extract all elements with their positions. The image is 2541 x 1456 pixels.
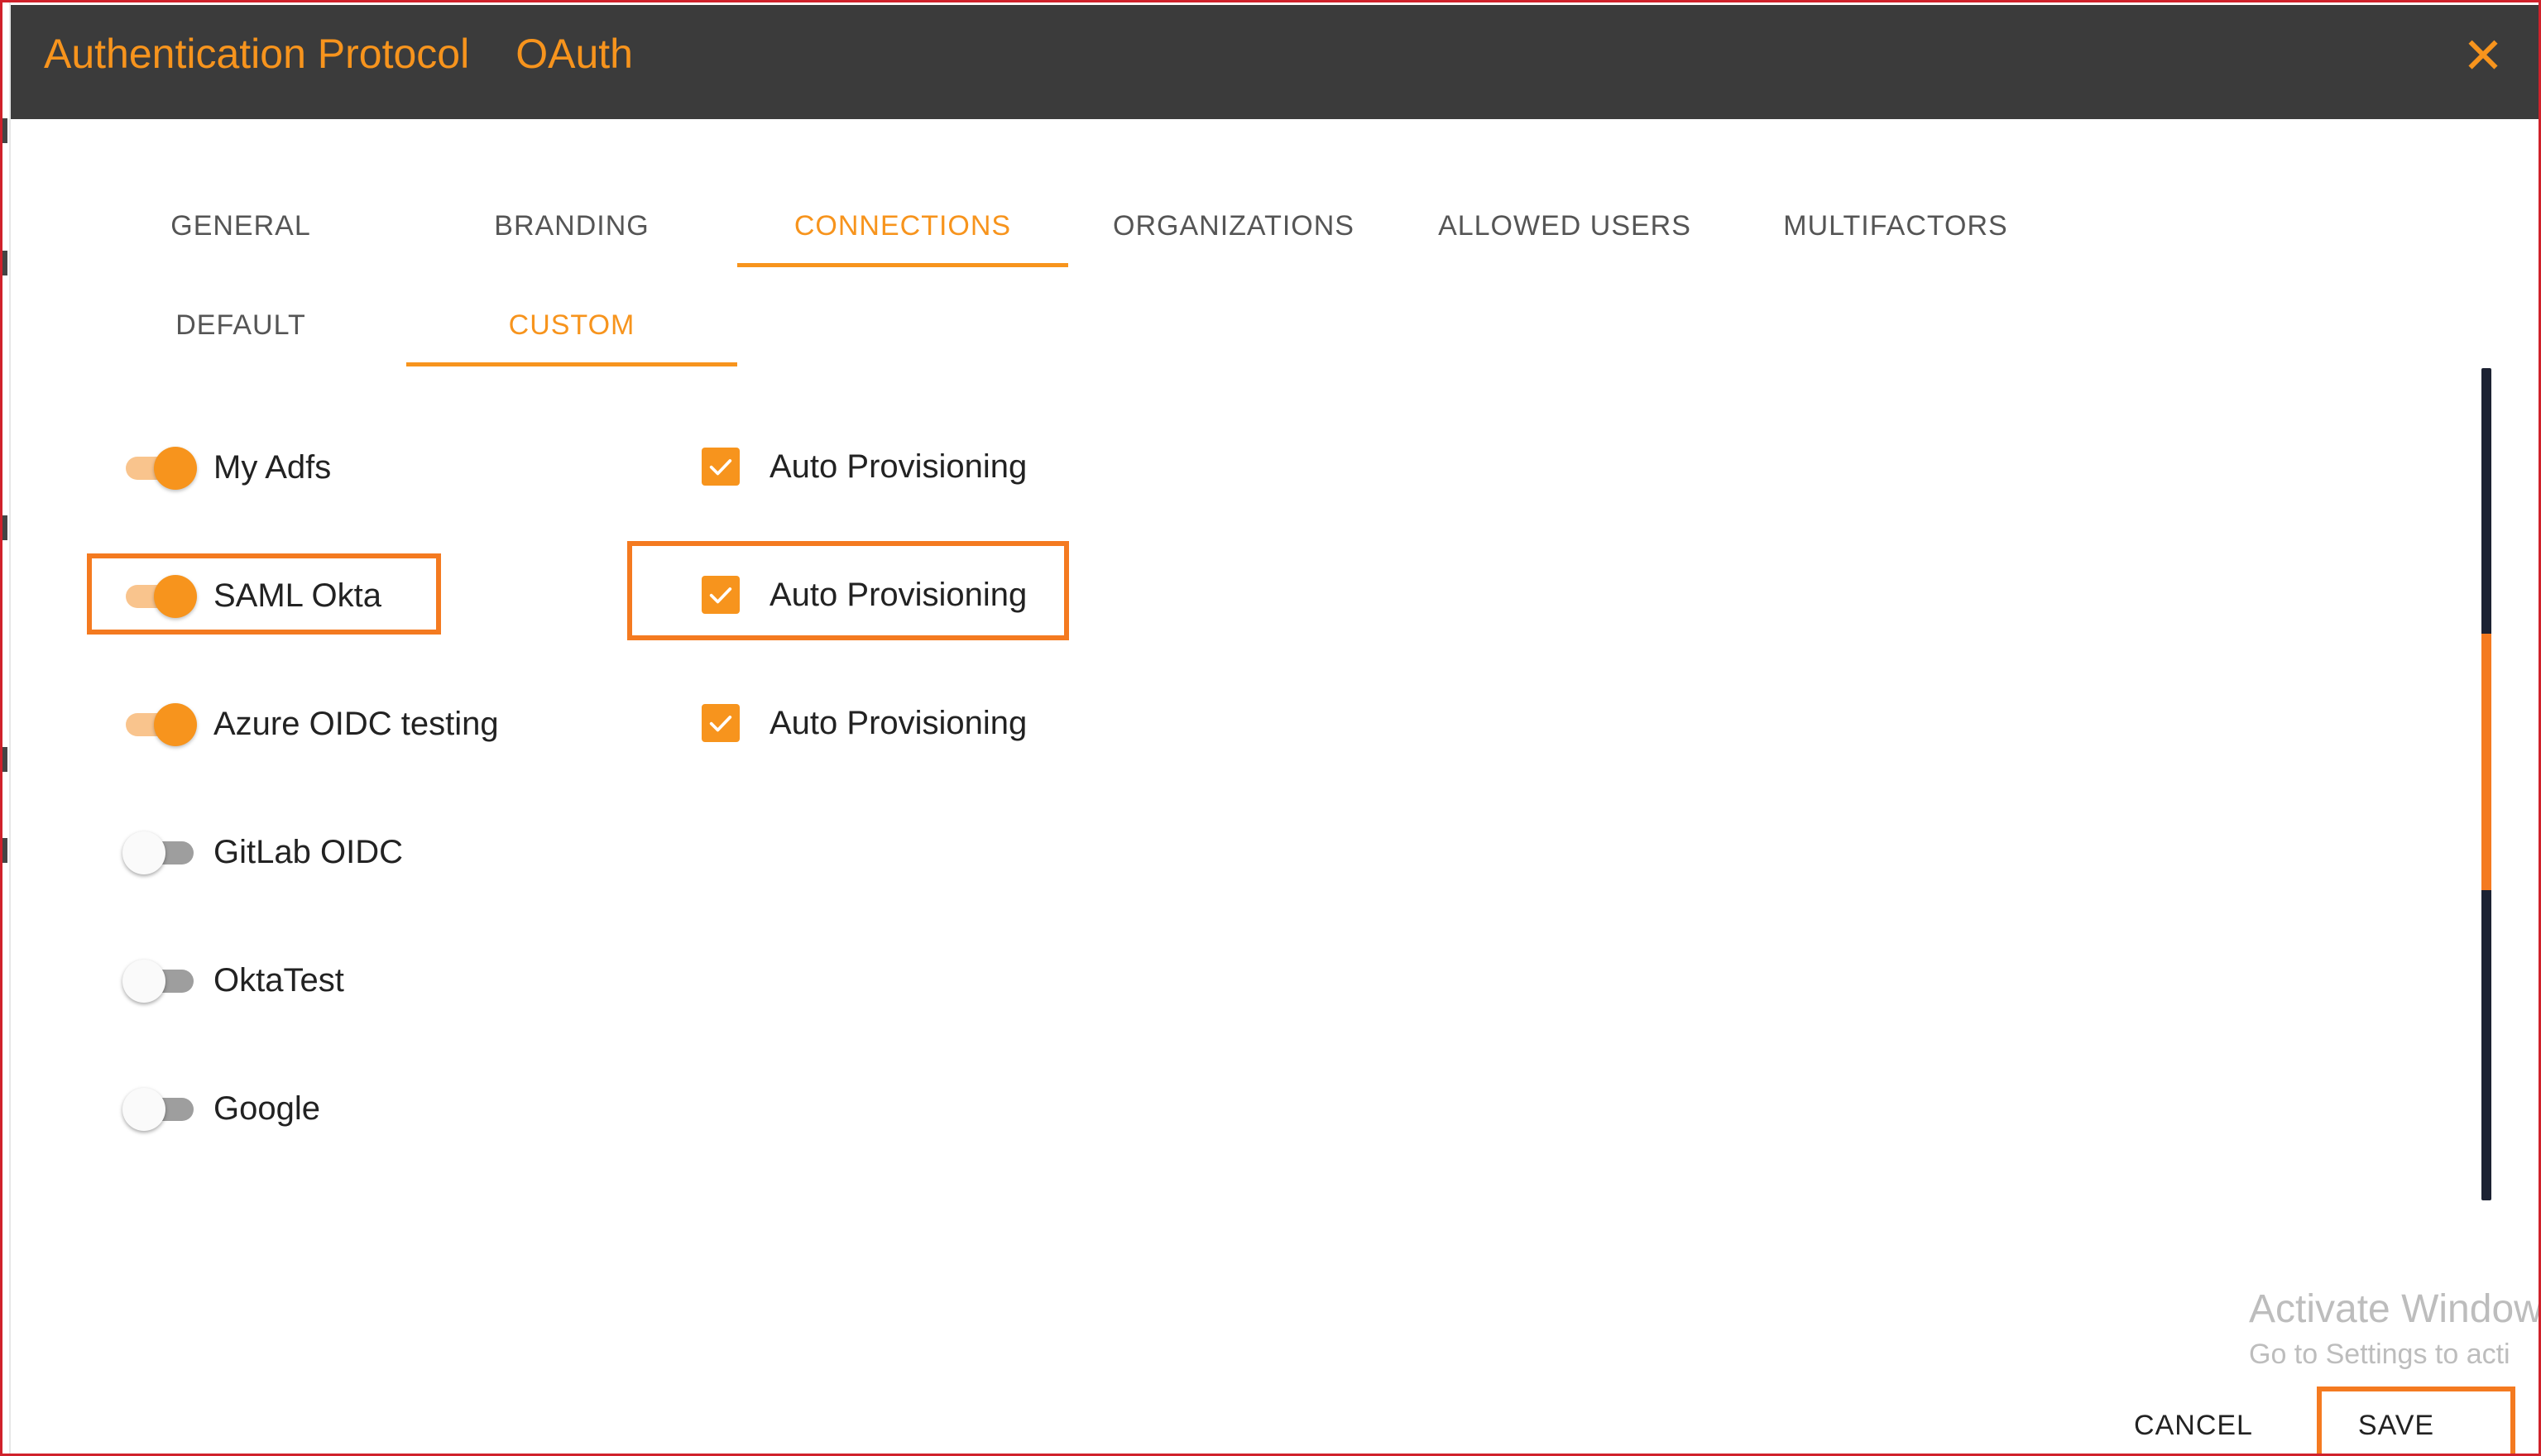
subtab-custom[interactable]: CUSTOM bbox=[406, 284, 737, 366]
connection-name: Azure OIDC testing bbox=[213, 705, 499, 742]
connection-subtabs: DEFAULT CUSTOM bbox=[75, 284, 737, 366]
dialog-window: Authentication Protocol OAuth ✕ GENERAL B… bbox=[0, 0, 2541, 1456]
dialog-title: Authentication Protocol OAuth bbox=[44, 30, 679, 78]
scrollbar-thumb[interactable] bbox=[2481, 634, 2491, 890]
connection-row: OktaTest bbox=[122, 943, 344, 1018]
connection-toggle-azure-oidc-testing[interactable] bbox=[122, 699, 197, 749]
edge-mark bbox=[2, 747, 7, 772]
auto-provisioning-option: Auto Provisioning bbox=[702, 558, 1027, 632]
tab-organizations[interactable]: ORGANIZATIONS bbox=[1068, 184, 1399, 267]
connection-row: GitLab OIDC bbox=[122, 815, 403, 889]
dialog-header: Authentication Protocol OAuth ✕ bbox=[11, 5, 2539, 119]
edge-mark bbox=[2, 251, 7, 275]
watermark-title: Activate Window bbox=[2249, 1287, 2541, 1331]
edge-mark bbox=[2, 118, 7, 143]
connection-name: OktaTest bbox=[213, 961, 344, 999]
save-button[interactable]: SAVE bbox=[2322, 1396, 2471, 1454]
edge-mark bbox=[2, 515, 7, 540]
connection-toggle-my-adfs[interactable] bbox=[122, 443, 197, 492]
tab-multifactors[interactable]: MULTIFACTORS bbox=[1730, 184, 2061, 267]
connection-name: GitLab OIDC bbox=[213, 833, 403, 870]
connection-row: Google bbox=[122, 1071, 320, 1146]
auto-provisioning-checkbox-azure-oidc-testing[interactable] bbox=[702, 704, 740, 742]
auto-provisioning-checkbox-saml-okta[interactable] bbox=[702, 576, 740, 614]
protocol-name: OAuth bbox=[515, 31, 633, 77]
checkmark-icon bbox=[709, 716, 732, 732]
connection-row: Azure OIDC testing bbox=[122, 687, 499, 761]
checkmark-icon bbox=[709, 587, 732, 604]
connection-toggle-oktatest[interactable] bbox=[122, 956, 197, 1005]
tab-allowed-users[interactable]: ALLOWED USERS bbox=[1399, 184, 1730, 267]
tab-general[interactable]: GENERAL bbox=[75, 184, 406, 267]
checkmark-icon bbox=[709, 459, 732, 476]
auto-provisioning-checkbox-my-adfs[interactable] bbox=[702, 448, 740, 486]
auto-provisioning-label: Auto Provisioning bbox=[769, 448, 1028, 485]
background-app-edge bbox=[2, 2, 11, 1454]
cancel-button[interactable]: CANCEL bbox=[2119, 1396, 2268, 1454]
connection-name: Google bbox=[213, 1090, 320, 1127]
subtab-default[interactable]: DEFAULT bbox=[75, 284, 406, 366]
connection-name: My Adfs bbox=[213, 448, 332, 486]
tab-connections[interactable]: CONNECTIONS bbox=[737, 184, 1068, 267]
connection-row: My Adfs bbox=[122, 430, 331, 505]
tab-branding[interactable]: BRANDING bbox=[406, 184, 737, 267]
auto-provisioning-option: Auto Provisioning bbox=[702, 686, 1027, 760]
watermark-subtitle: Go to Settings to acti bbox=[2249, 1339, 2510, 1370]
close-icon[interactable]: ✕ bbox=[2458, 31, 2508, 81]
main-tabs: GENERAL BRANDING CONNECTIONS ORGANIZATIO… bbox=[75, 184, 2061, 267]
connection-toggle-gitlab-oidc[interactable] bbox=[122, 827, 197, 877]
connection-row: SAML Okta bbox=[122, 558, 381, 633]
connection-name: SAML Okta bbox=[213, 577, 382, 614]
connection-toggle-saml-okta[interactable] bbox=[122, 571, 197, 620]
connection-toggle-google[interactable] bbox=[122, 1084, 197, 1133]
auto-provisioning-label: Auto Provisioning bbox=[769, 704, 1028, 741]
auto-provisioning-option: Auto Provisioning bbox=[702, 429, 1027, 504]
edge-mark bbox=[2, 838, 7, 863]
windows-activation-watermark: Activate Window Go to Settings to acti bbox=[2249, 1286, 2541, 1371]
auto-provisioning-label: Auto Provisioning bbox=[769, 576, 1028, 613]
dialog-title-prefix: Authentication Protocol bbox=[44, 31, 470, 77]
